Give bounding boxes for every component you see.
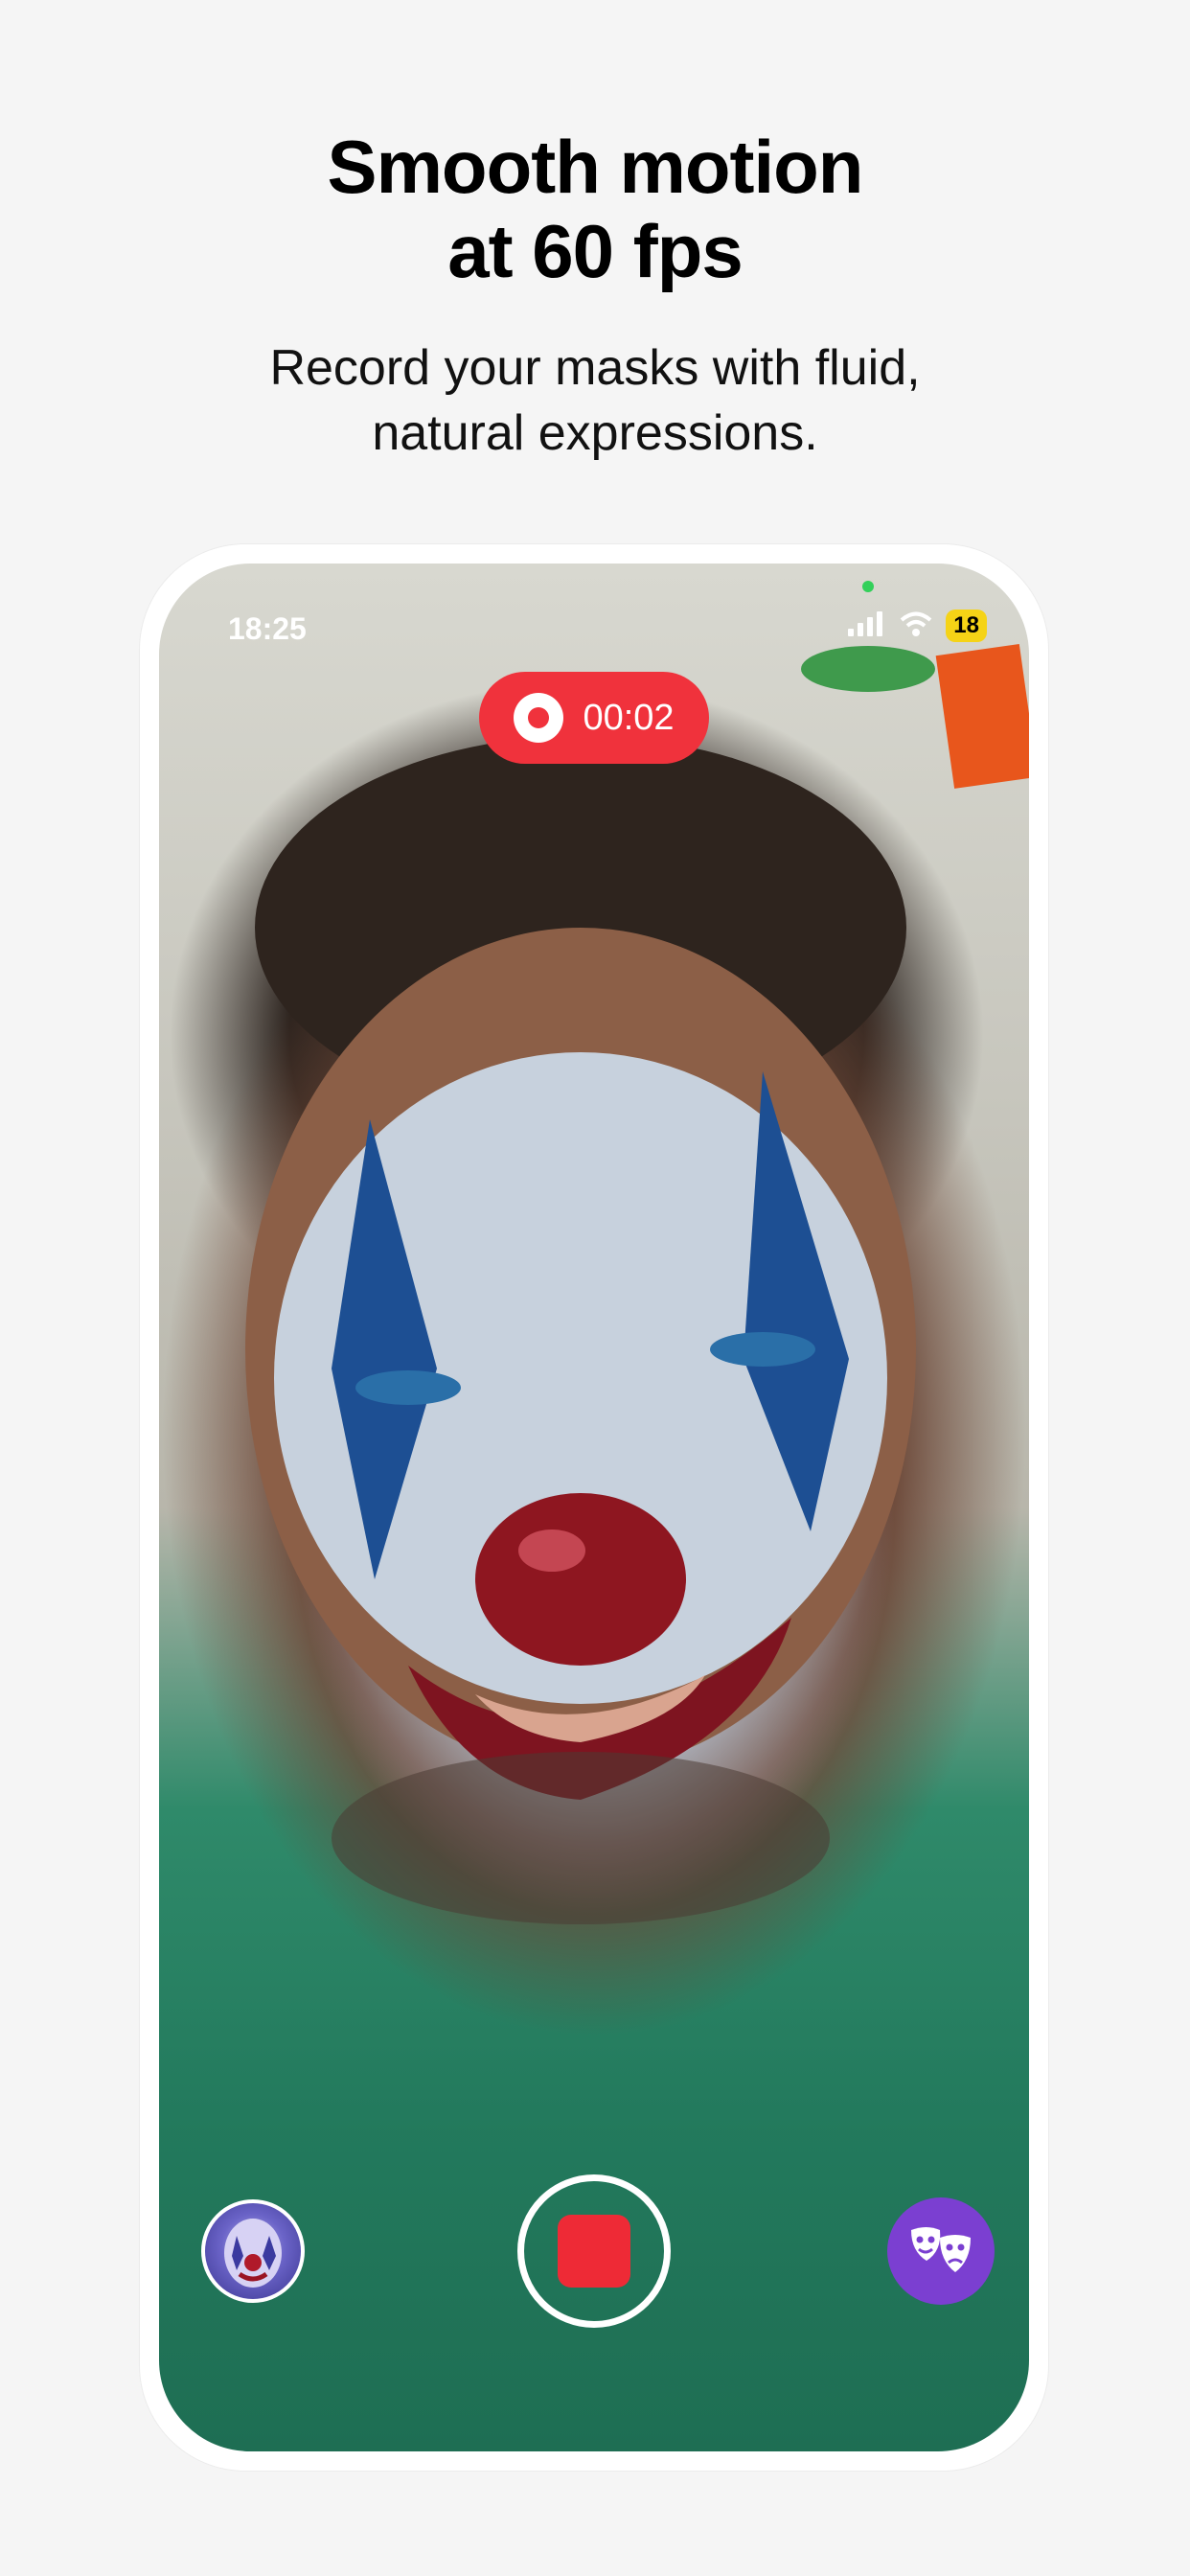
phone-frame: 18:25 18 00:02 xyxy=(140,544,1048,2471)
masks-gallery-button[interactable] xyxy=(887,2197,995,2305)
subtitle-line-1: Record your masks with fluid, xyxy=(269,340,921,396)
mask-thumbnail-button[interactable] xyxy=(201,2199,305,2303)
stop-record-icon xyxy=(558,2215,630,2288)
recording-timer: 00:02 xyxy=(583,697,675,738)
clown-mask-overlay xyxy=(245,644,1029,1924)
theater-masks-icon xyxy=(911,2227,971,2272)
wifi-icon xyxy=(900,611,932,641)
page-headline: Smooth motion at 60 fps xyxy=(0,125,1190,293)
status-time: 18:25 xyxy=(228,611,307,646)
headline-line-1: Smooth motion xyxy=(327,125,864,209)
record-indicator-icon xyxy=(514,693,564,743)
cellular-signal-icon xyxy=(848,610,886,641)
privacy-indicator-dot xyxy=(862,581,874,592)
subtitle-line-2: natural expressions. xyxy=(372,405,818,461)
status-indicators: 18 xyxy=(848,610,987,642)
mask-thumbnail-icon xyxy=(224,2219,282,2288)
headline-line-2: at 60 fps xyxy=(447,209,743,293)
recording-timer-pill: 00:02 xyxy=(479,672,709,764)
battery-indicator: 18 xyxy=(946,610,987,642)
page-subtitle: Record your masks with fluid, natural ex… xyxy=(0,335,1190,466)
camera-preview: 18:25 18 00:02 xyxy=(159,564,1029,2451)
stop-record-button[interactable] xyxy=(517,2174,671,2328)
